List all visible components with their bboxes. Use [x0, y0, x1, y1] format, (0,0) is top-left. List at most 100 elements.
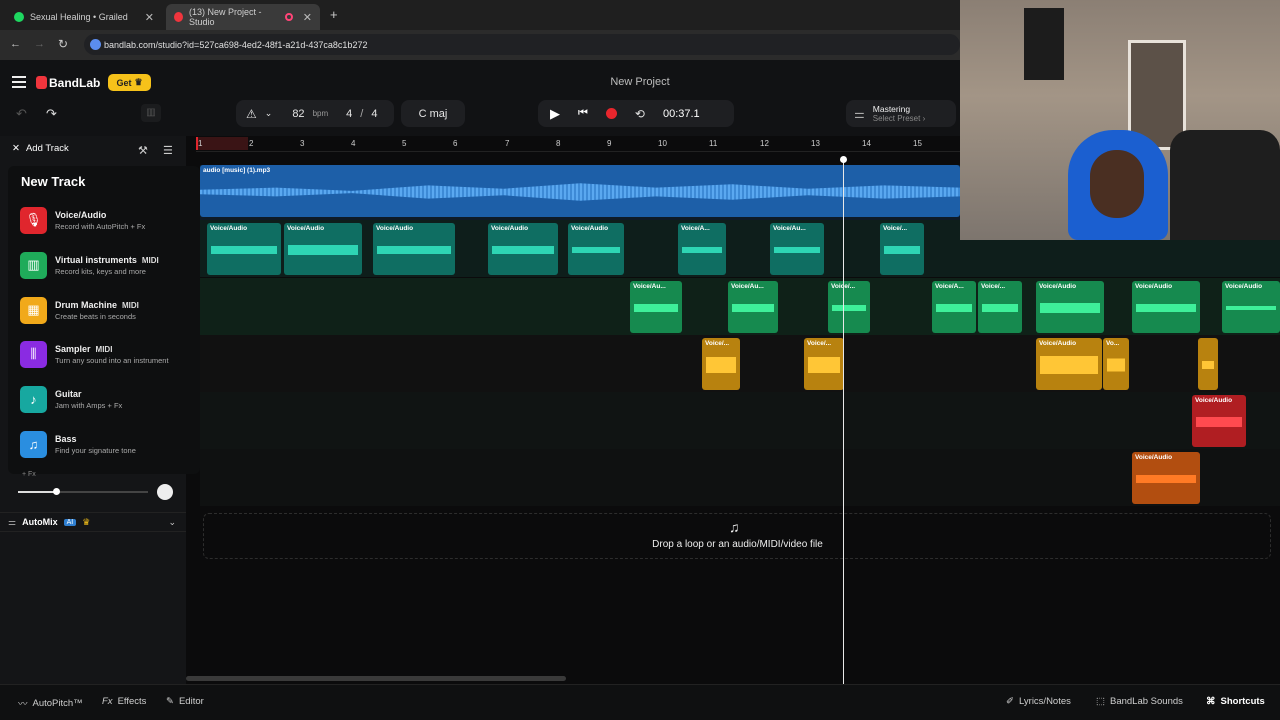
lyrics-notes-button[interactable]: ✐ Lyrics/Notes — [1006, 696, 1071, 707]
waveform — [211, 237, 277, 263]
audio-clip[interactable]: audio [music] (1).mp3 — [200, 165, 960, 217]
add-track-button[interactable]: ✕ Add Track — [12, 143, 69, 154]
wand-icon[interactable]: ⚒ — [138, 144, 148, 157]
editor-button[interactable]: ✎ Editor — [166, 696, 204, 707]
get-membership-button[interactable]: Get ♛ — [108, 74, 151, 91]
voice-clip[interactable]: Voice/Audio — [488, 223, 558, 275]
volume-slider[interactable] — [18, 488, 148, 495]
new-track-guitar[interactable]: ♪ Guitar Jam with Amps + Fx — [20, 383, 195, 415]
new-tab-icon[interactable]: + — [330, 7, 338, 22]
webcam-overlay — [960, 0, 1280, 240]
bandlab-logo-icon — [36, 76, 47, 89]
clip-label: Voice/... — [981, 283, 1006, 290]
playhead[interactable] — [843, 158, 844, 684]
pan-knob[interactable] — [157, 484, 173, 500]
voice-clip[interactable]: Voice/Audio — [1132, 452, 1200, 504]
loop-region[interactable] — [196, 137, 248, 150]
midi-badge: MIDI — [141, 255, 159, 265]
horizontal-scrollbar[interactable] — [186, 676, 566, 681]
waveform — [1040, 352, 1098, 378]
new-track-title: New Track — [21, 174, 86, 189]
voice-clip[interactable]: Voice/Audio — [1036, 281, 1104, 333]
url-field[interactable]: bandlab.com/studio?id=527ca698-4ed2-48f1… — [84, 34, 960, 55]
project-title[interactable]: New Project — [540, 76, 740, 88]
slider-thumb[interactable] — [53, 488, 60, 495]
waveform — [808, 352, 840, 378]
voice-clip[interactable]: Voice/Audio — [1036, 338, 1102, 390]
loop-icon[interactable]: ⟲ — [635, 107, 645, 121]
track-settings-icon[interactable]: ☰ — [163, 144, 173, 157]
tempo-value[interactable]: 82 — [292, 108, 304, 120]
voice-clip[interactable]: Voice/... — [804, 338, 844, 390]
new-track-voice-audio[interactable]: 🎙 Voice/Audio Record with AutoPitch + Fx — [20, 204, 195, 236]
voice-clip[interactable]: Voice/Audio — [284, 223, 362, 275]
voice-clip[interactable]: Voice/Audio — [1192, 395, 1246, 447]
play-icon[interactable]: ▶ — [550, 106, 560, 122]
voice-clip[interactable]: Voice/Audio — [568, 223, 624, 275]
chevron-down-icon[interactable]: ⌄ — [168, 517, 176, 528]
autopitch-button[interactable]: 〰 AutoPitch™ — [18, 696, 83, 711]
tempo-pill[interactable]: ⚠ ⌄ 82 bpm 4 / 4 — [236, 100, 394, 127]
item-title: Drum Machine — [55, 299, 118, 310]
voice-clip[interactable]: Voice/Audio — [1132, 281, 1200, 333]
new-track-virtual-instruments[interactable]: ▥ Virtual instruments MIDI Record kits, ke… — [20, 249, 195, 281]
voice-clip[interactable]: Voice/Au... — [728, 281, 778, 333]
voice-clip[interactable]: Voice/Au... — [770, 223, 824, 275]
waveform — [706, 352, 736, 378]
voice-clip[interactable]: Voice/A... — [932, 281, 976, 333]
forward-arrow-icon[interactable]: → — [34, 38, 45, 50]
mastering-button[interactable]: ⚌ Mastering Select Preset › — [846, 100, 956, 127]
add-track-label: Add Track — [25, 143, 69, 154]
clip-label: Voice/Audio — [491, 225, 529, 232]
voice-clip[interactable]: Voice/... — [880, 223, 924, 275]
voice-clip[interactable]: Vo... — [1103, 338, 1129, 390]
reload-icon[interactable]: ↻ — [58, 37, 68, 51]
voice-clip[interactable]: Voice/... — [978, 281, 1022, 333]
close-icon[interactable]: ✕ — [145, 11, 154, 24]
playhead-handle[interactable] — [840, 156, 847, 163]
mastering-label: Mastering — [872, 104, 911, 114]
midi-badge: MIDI — [122, 300, 139, 310]
close-icon[interactable]: ✕ — [12, 143, 20, 154]
waveform — [1136, 466, 1196, 492]
clip-label: Voice/Au... — [731, 283, 764, 290]
new-track-sampler[interactable]: ⫼ Sampler MIDI Turn any sound into an inst… — [20, 338, 195, 370]
timeline-ruler[interactable] — [196, 136, 960, 152]
browser-tab-grailed[interactable]: Sexual Healing • Grailed ✕ — [6, 4, 162, 30]
ruler-tick: 7 — [505, 139, 510, 148]
time-signature-num[interactable]: 4 — [346, 108, 352, 120]
shortcuts-button[interactable]: ⌘ Shortcuts — [1206, 696, 1265, 707]
voice-clip[interactable] — [1198, 338, 1218, 390]
effects-button[interactable]: Fx Effects — [102, 696, 146, 707]
waveform — [1196, 409, 1242, 435]
record-icon[interactable] — [605, 108, 617, 119]
ruler-tick: 9 — [607, 139, 612, 148]
fx-label[interactable]: + Fx — [22, 471, 36, 478]
voice-clip[interactable]: Voice/... — [702, 338, 740, 390]
undo-icon[interactable]: ↶ — [16, 106, 27, 122]
back-arrow-icon[interactable]: ← — [10, 38, 21, 50]
voice-clip[interactable]: Voice/Audio — [207, 223, 281, 275]
new-track-bass[interactable]: ♫ Bass Find your signature tone — [20, 428, 195, 460]
voice-clip[interactable]: Voice/A... — [678, 223, 726, 275]
new-track-drum-machine[interactable]: ▦ Drum Machine MIDI Create beats in second… — [20, 294, 195, 326]
close-icon[interactable]: ✕ — [303, 11, 312, 24]
voice-clip[interactable]: Voice/... — [828, 281, 870, 333]
metronome-icon[interactable]: ⚠ — [246, 107, 257, 121]
bandlab-sounds-button[interactable]: ⬚ BandLab Sounds — [1096, 696, 1183, 707]
chevron-down-icon[interactable]: ⌄ — [265, 108, 273, 119]
time-signature-den[interactable]: 4 — [371, 108, 377, 120]
redo-icon[interactable]: ↷ — [46, 106, 57, 122]
voice-clip[interactable]: Voice/Au... — [630, 281, 682, 333]
site-info-icon[interactable] — [90, 39, 101, 50]
toolbar-icon[interactable]: ▥ — [141, 104, 161, 122]
browser-tab-studio[interactable]: (13) New Project - Studio ✕ — [166, 4, 320, 30]
voice-clip[interactable]: Voice/Audio — [1222, 281, 1280, 333]
menu-icon[interactable] — [12, 76, 26, 88]
url-text: bandlab.com/studio?id=527ca698-4ed2-48f1… — [104, 39, 368, 50]
voice-clip[interactable]: Voice/Audio — [373, 223, 455, 275]
automix-row[interactable]: ⚌ AutoMix AI ♛ ⌄ — [0, 512, 186, 532]
skip-back-icon[interactable]: ⏮ — [578, 107, 588, 120]
automix-label: AutoMix — [22, 517, 58, 527]
key-selector[interactable]: C maj — [401, 100, 465, 127]
